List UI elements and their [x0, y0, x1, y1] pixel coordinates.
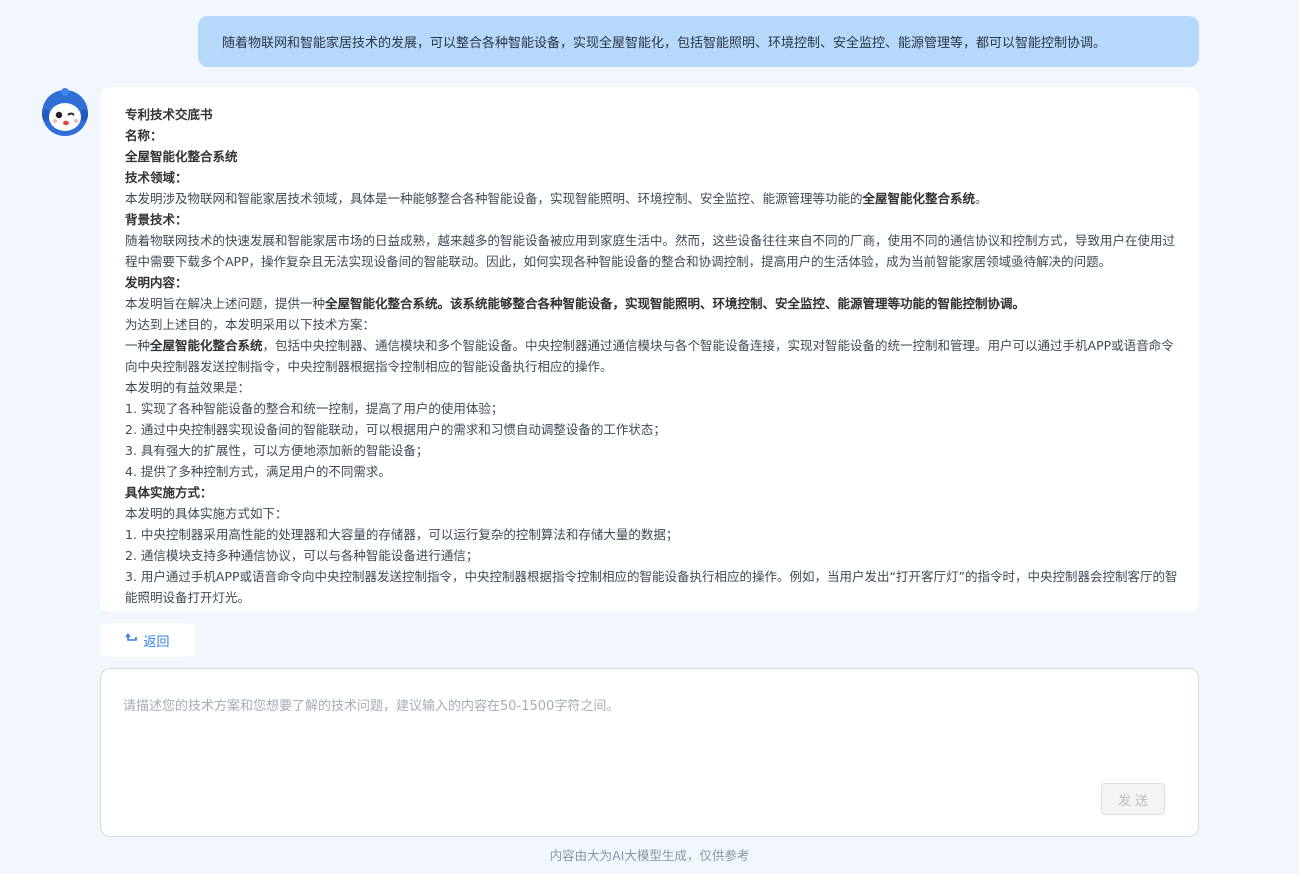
- section-content-heading: 发明内容：: [125, 275, 188, 290]
- benefit-item-1: 1. 实现了各种智能设备的整合和统一控制，提高了用户的使用体验；: [125, 401, 504, 416]
- benefit-item-2: 2. 通过中央控制器实现设备间的智能联动，可以根据用户的需求和习惯自动调整设备的…: [125, 422, 666, 437]
- benefits-intro: 本发明的有益效果是：: [125, 380, 251, 395]
- send-button-label: 发送: [1117, 793, 1152, 809]
- chat-page: 随着物联网和智能家居技术的发展，可以整合各种智能设备，实现全屋智能化，包括智能照…: [0, 0, 1299, 874]
- send-button[interactable]: 发送: [1101, 783, 1165, 815]
- section-embodiment-heading: 具体实施方式：: [125, 485, 213, 500]
- scheme-bold: 全屋智能化整合系统: [150, 338, 263, 353]
- ai-disclaimer: 内容由大为AI大模型生成，仅供参考: [549, 848, 750, 863]
- back-button[interactable]: 返回: [100, 623, 195, 657]
- question-input-box: 发送: [100, 668, 1199, 837]
- invention-name: 全屋智能化整合系统: [125, 149, 238, 164]
- background-paragraph: 随着物联网技术的快速发展和智能家居市场的日益成熟，越来越多的智能设备被应用到家庭…: [125, 233, 1176, 269]
- embodiment-item-2: 2. 通信模块支持多种通信协议，可以与各种智能设备进行通信；: [125, 548, 479, 563]
- scheme-text-c: ，包括中央控制器、通信模块和多个智能设备。中央控制器通过通信模块与各个智能设备连…: [125, 338, 1174, 374]
- scheme-paragraph: 一种全屋智能化整合系统，包括中央控制器、通信模块和多个智能设备。中央控制器通过通…: [125, 335, 1179, 377]
- content-bold: 全屋智能化整合系统: [325, 296, 438, 311]
- section-field-heading: 技术领域：: [125, 170, 188, 185]
- content-paragraph: 本发明旨在解决上述问题，提供一种全屋智能化整合系统。该系统能够整合各种智能设备，…: [125, 293, 1179, 314]
- field-bold: 全屋智能化整合系统: [862, 191, 976, 206]
- benefit-item-3: 3. 具有强大的扩展性，可以方便地添加新的智能设备；: [125, 443, 429, 458]
- field-text: 本发明涉及物联网和智能家居技术领域，具体是一种能够整合各种智能设备，实现智能照明…: [125, 191, 863, 206]
- section-name-heading: 名称：: [125, 128, 163, 143]
- benefit-item-4: 4. 提供了多种控制方式，满足用户的不同需求。: [125, 464, 391, 479]
- assistant-answer-card: 专利技术交底书 名称： 全屋智能化整合系统 技术领域： 本发明涉及物联网和智能家…: [100, 87, 1199, 612]
- assistant-avatar: [39, 86, 91, 138]
- embodiment-item-1: 1. 中央控制器采用高性能的处理器和大容量的存储器，可以运行复杂的控制算法和存储…: [125, 527, 679, 542]
- scheme-intro: 为达到上述目的，本发明采用以下技术方案：: [125, 317, 376, 332]
- user-message-text: 随着物联网和智能家居技术的发展，可以整合各种智能设备，实现全屋智能化，包括智能照…: [222, 36, 1107, 51]
- answer-body: 专利技术交底书 名称： 全屋智能化整合系统 技术领域： 本发明涉及物联网和智能家…: [125, 104, 1179, 608]
- robot-mascot-icon: [42, 88, 88, 136]
- field-end: 。: [975, 191, 988, 206]
- embodiment-item-3: 3. 用户通过手机APP或语音命令向中央控制器发送控制指令，中央控制器根据指令控…: [125, 569, 1178, 605]
- user-message-bubble: 随着物联网和智能家居技术的发展，可以整合各种智能设备，实现全屋智能化，包括智能照…: [198, 16, 1199, 67]
- content-text-a: 本发明旨在解决上述问题，提供一种: [125, 296, 326, 311]
- doc-title: 专利技术交底书: [125, 107, 213, 122]
- scheme-text-a: 一种: [125, 338, 151, 353]
- question-input[interactable]: [121, 693, 1175, 787]
- embodiment-intro: 本发明的具体实施方式如下：: [125, 506, 288, 521]
- content-text-c: 。该系统能够整合各种智能设备，实现智能照明、环境控制、安全监控、能源管理等功能的…: [437, 296, 1026, 311]
- section-background-heading: 背景技术：: [125, 212, 188, 227]
- return-arrow-icon: [125, 633, 138, 641]
- back-button-label: 返回: [143, 634, 170, 650]
- field-paragraph: 本发明涉及物联网和智能家居技术领域，具体是一种能够整合各种智能设备，实现智能照明…: [125, 188, 1179, 209]
